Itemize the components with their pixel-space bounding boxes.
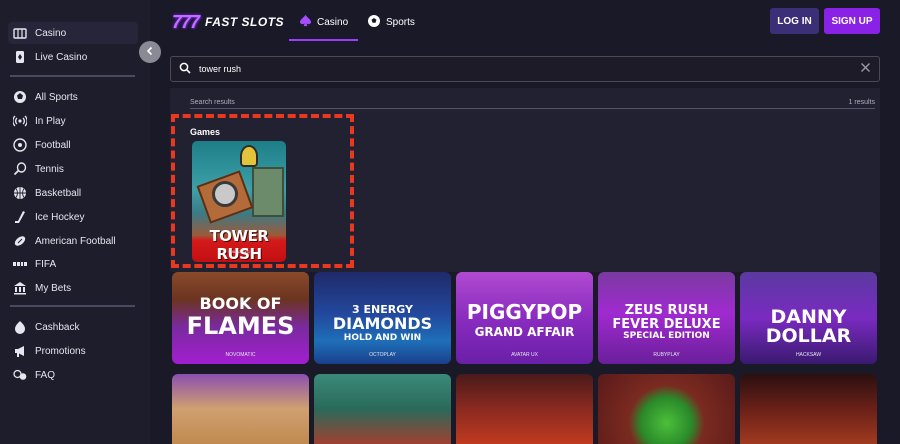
hockey-icon: [12, 209, 28, 225]
game-title: BOOK OF: [199, 294, 282, 313]
sidebar-item-my-bets[interactable]: My Bets: [12, 277, 138, 299]
sidebar-item-tennis[interactable]: Tennis: [12, 158, 138, 180]
game-provider: RUBYPLAY: [653, 352, 680, 358]
tile-art: [240, 145, 258, 167]
search-input[interactable]: [199, 64, 852, 74]
sidebar-item-label: FAQ: [35, 369, 56, 381]
sidebar-item-label: My Bets: [35, 282, 72, 294]
sidebar-item-ice-hockey[interactable]: Ice Hockey: [12, 206, 138, 228]
sidebar-item-in-play[interactable]: In Play: [12, 110, 138, 132]
game-title: TOWER RUSH: [209, 227, 269, 262]
game-title: DANNY DOLLAR: [765, 306, 852, 347]
results-divider: [190, 108, 875, 109]
football-icon: [12, 137, 28, 153]
ball-icon: [12, 89, 28, 105]
close-icon[interactable]: [860, 62, 871, 76]
search-icon: [179, 62, 191, 77]
sidebar: Casino Live Casino All Sports In Play Fo…: [0, 0, 150, 444]
sidebar-item-label: Tennis: [35, 163, 64, 175]
sidebar-item-label: FIFA: [35, 258, 57, 270]
game-title: ZEUS RUSH: [624, 303, 709, 318]
sidebar-item-football[interactable]: Football: [12, 134, 138, 156]
sidebar-divider: [10, 75, 135, 77]
game-tile[interactable]: [172, 374, 309, 444]
sidebar-item-faq[interactable]: FAQ: [12, 364, 138, 386]
tile-art: [212, 181, 238, 207]
chevron-left-icon: [145, 45, 155, 59]
top-header: 777 FAST SLOTS Casino Sports LOG IN SIGN…: [150, 0, 900, 46]
tab-sports[interactable]: Sports: [367, 11, 415, 33]
sidebar-item-live-casino[interactable]: Live Casino: [12, 46, 138, 68]
sidebar-item-label: American Football: [35, 235, 116, 247]
results-count: 1 results: [848, 99, 875, 106]
game-title: PIGGYPOP: [466, 300, 583, 324]
tennis-icon: [12, 161, 28, 177]
sidebar-item-label: Basketball: [35, 187, 82, 199]
game-tile-danny-dollar[interactable]: DANNY DOLLAR HACKSAW: [740, 272, 877, 364]
sidebar-item-label: Promotions: [35, 345, 86, 357]
sidebar-item-promotions[interactable]: Promotions: [12, 340, 138, 362]
cashback-icon: [12, 319, 28, 335]
game-tile-book-of-flames[interactable]: BOOK OF FLAMES NOVOMATIC: [172, 272, 309, 364]
sidebar-item-casino[interactable]: Casino: [8, 22, 138, 44]
sidebar-item-label: Live Casino: [35, 51, 88, 63]
game-tile-piggypop[interactable]: PIGGYPOP GRAND AFFAIR AVATAR UX: [456, 272, 593, 364]
sidebar-item-label: Cashback: [35, 321, 80, 333]
game-title: FEVER DELUXE: [612, 317, 721, 332]
sidebar-item-all-sports[interactable]: All Sports: [12, 86, 138, 108]
game-tile-zeus-rush[interactable]: ZEUS RUSH FEVER DELUXE SPECIAL EDITION R…: [598, 272, 735, 364]
american-football-icon: [12, 233, 28, 249]
game-tile-3-energy-diamonds[interactable]: 3 ENERGY DIAMONDS HOLD AND WIN OCTOPLAY: [314, 272, 451, 364]
sidebar-item-basketball[interactable]: Basketball: [12, 182, 138, 204]
soccer-ball-icon: [367, 14, 381, 31]
game-tile[interactable]: [598, 374, 735, 444]
game-tile[interactable]: [740, 374, 877, 444]
signup-button[interactable]: SIGN UP: [824, 8, 880, 34]
game-title: SPECIAL EDITION: [623, 331, 710, 341]
tile-art: [252, 167, 284, 217]
game-title: FLAMES: [186, 312, 295, 340]
game-provider: NOVOMATIC: [225, 352, 256, 358]
megaphone-icon: [12, 343, 28, 359]
sidebar-item-label: All Sports: [35, 91, 78, 103]
cards-icon: [12, 49, 28, 65]
site-logo[interactable]: 777 FAST SLOTS: [172, 9, 284, 35]
sidebar-item-label: Casino: [35, 27, 67, 39]
tab-label: Casino: [317, 16, 349, 28]
spade-icon: [299, 14, 312, 30]
search-bar: [170, 56, 880, 82]
sidebar-item-label: Football: [35, 139, 71, 151]
tab-label: Sports: [386, 16, 415, 28]
tab-casino[interactable]: Casino: [288, 11, 359, 41]
sidebar-divider: [10, 305, 135, 307]
faq-icon: [12, 367, 28, 383]
game-title: DIAMONDS: [332, 314, 433, 333]
basketball-icon: [12, 185, 28, 201]
results-label: Search results: [190, 99, 235, 106]
sidebar-item-label: Ice Hockey: [35, 211, 85, 223]
login-button[interactable]: LOG IN: [770, 8, 819, 34]
fifa-icon: [12, 256, 28, 272]
broadcast-icon: [12, 113, 28, 129]
sidebar-collapse-button[interactable]: [139, 41, 161, 63]
casino-icon: [12, 25, 28, 41]
game-provider: OCTOPLAY: [369, 352, 396, 358]
search-results-panel: Search results 1 results Games TOWER RUS…: [170, 88, 880, 272]
game-provider: AVATAR UX: [511, 352, 538, 358]
sidebar-item-cashback[interactable]: Cashback: [12, 316, 138, 338]
sidebar-item-american-football[interactable]: American Football: [12, 230, 138, 252]
game-tile[interactable]: [456, 374, 593, 444]
sidebar-item-label: In Play: [35, 115, 66, 127]
game-title: GRAND AFFAIR: [474, 325, 575, 339]
game-title: HOLD AND WIN: [343, 333, 422, 343]
game-tile-tower-rush[interactable]: TOWER RUSH GALAXSYS: [192, 141, 286, 262]
bets-icon: [12, 280, 28, 296]
logo-text: FAST SLOTS: [205, 15, 285, 29]
game-provider: HACKSAW: [795, 352, 822, 358]
sidebar-item-fifa[interactable]: FIFA: [12, 253, 138, 275]
logo-number: 777: [172, 11, 200, 32]
game-tile[interactable]: [314, 374, 451, 444]
game-provider: GALAXSYS: [228, 249, 250, 254]
